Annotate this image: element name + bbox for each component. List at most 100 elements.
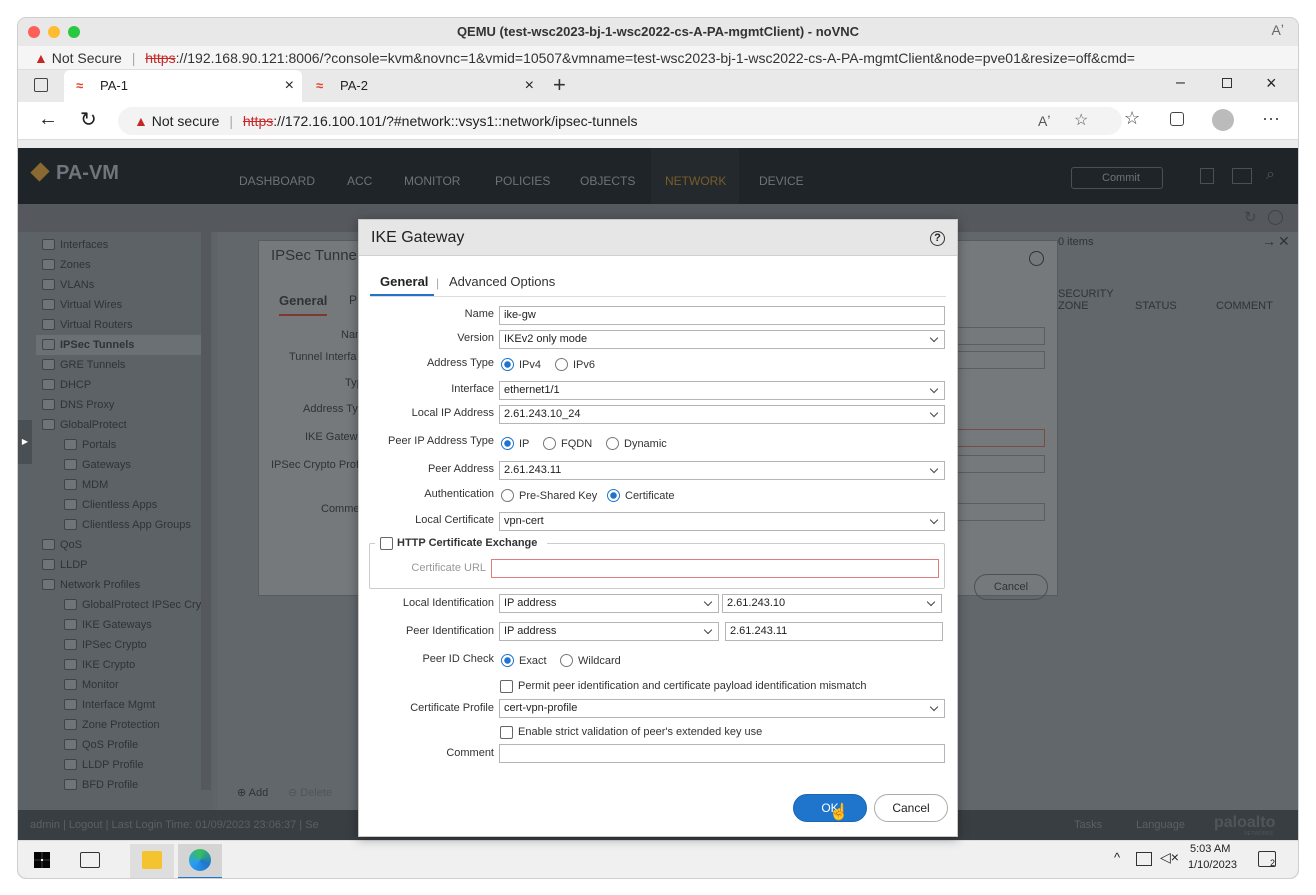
permit-mismatch-checkbox[interactable] bbox=[500, 680, 513, 693]
ipsec-help-icon[interactable] bbox=[1029, 251, 1044, 266]
address-type-ipv6-radio[interactable] bbox=[555, 358, 568, 371]
sidebar-item-lldp[interactable]: LLDP bbox=[42, 555, 88, 575]
nav-device[interactable]: DEVICE bbox=[759, 174, 804, 188]
peer-ip-type-fqdn-radio[interactable] bbox=[543, 437, 556, 450]
sidebar-item-globalprotect-ipsec-crypto[interactable]: GlobalProtect IPSec Cry bbox=[64, 595, 201, 615]
minimize-icon[interactable]: – bbox=[1176, 74, 1185, 92]
sidebar-item-monitor[interactable]: Monitor bbox=[64, 675, 119, 695]
edge-browser-icon[interactable] bbox=[189, 849, 211, 871]
tab-pa-1[interactable]: ≈ PA-1 × bbox=[64, 70, 302, 102]
tasks-link[interactable]: Tasks bbox=[1074, 810, 1102, 840]
clear-filter-icon[interactable]: ✕ bbox=[1278, 233, 1290, 250]
collections-icon[interactable] bbox=[1170, 112, 1184, 126]
local-certificate-select[interactable]: vpn-cert bbox=[499, 512, 945, 531]
sidebar-item-gateways[interactable]: Gateways bbox=[64, 455, 131, 475]
sidebar-item-virtual-routers[interactable]: Virtual Routers bbox=[42, 315, 133, 335]
help-icon[interactable] bbox=[1268, 210, 1283, 225]
go-icon[interactable]: → bbox=[1262, 233, 1276, 249]
show-hidden-icons-icon[interactable]: ^ bbox=[1114, 850, 1120, 865]
local-identification-type-select[interactable]: IP address bbox=[499, 594, 719, 613]
peer-ip-type-dynamic-radio[interactable] bbox=[606, 437, 619, 450]
certificate-profile-select[interactable]: cert-vpn-profile bbox=[499, 699, 945, 718]
sidebar-item-lldp-profile[interactable]: LLDP Profile bbox=[64, 755, 144, 775]
sidebar-item-portals[interactable]: Portals bbox=[64, 435, 116, 455]
profile-avatar[interactable] bbox=[1212, 109, 1234, 131]
sidebar-item-zones[interactable]: Zones bbox=[42, 255, 91, 275]
windows-start-icon[interactable] bbox=[34, 852, 50, 868]
sidebar-item-virtual-wires[interactable]: Virtual Wires bbox=[42, 295, 122, 315]
sidebar-item-ipsec-tunnels[interactable]: IPSec Tunnels bbox=[36, 335, 208, 355]
ike-help-icon[interactable]: ? bbox=[930, 231, 945, 246]
ipsec-cancel-button[interactable]: Cancel bbox=[974, 574, 1048, 600]
refresh-icon[interactable]: ↻ bbox=[80, 107, 97, 132]
search-icon[interactable]: ⌕ bbox=[1266, 166, 1275, 184]
novnc-address-bar[interactable]: ▲ Not Secure | https://192.168.90.121:80… bbox=[18, 22, 1298, 70]
sidebar-item-dns-proxy[interactable]: DNS Proxy bbox=[42, 395, 114, 415]
comment-input[interactable] bbox=[499, 744, 945, 763]
config-lock-icon[interactable] bbox=[1200, 168, 1214, 184]
sidebar-item-vlans[interactable]: VLANs bbox=[42, 275, 94, 295]
restore-icon[interactable] bbox=[1222, 78, 1232, 88]
clock-time[interactable]: 5:03 AM bbox=[1190, 843, 1230, 855]
close-browser-icon[interactable]: × bbox=[1266, 73, 1277, 94]
nav-monitor[interactable]: MONITOR bbox=[404, 174, 460, 188]
close-tab-icon[interactable]: × bbox=[525, 70, 534, 102]
sidebar-item-bfd-profile[interactable]: BFD Profile bbox=[64, 775, 138, 795]
sidebar-item-interface-mgmt[interactable]: Interface Mgmt bbox=[64, 695, 155, 715]
nav-acc[interactable]: ACC bbox=[347, 174, 372, 188]
nav-policies[interactable]: POLICIES bbox=[495, 174, 550, 188]
sidebar-item-zone-protection[interactable]: Zone Protection bbox=[64, 715, 160, 735]
http-cert-exchange-checkbox[interactable] bbox=[380, 537, 393, 550]
sidebar-item-ike-crypto[interactable]: IKE Crypto bbox=[64, 655, 135, 675]
name-input[interactable]: ike-gw bbox=[499, 306, 945, 325]
cancel-button[interactable]: Cancel bbox=[874, 794, 948, 822]
sidebar-scrollbar[interactable] bbox=[201, 232, 211, 790]
sidebar-item-globalprotect[interactable]: GlobalProtect bbox=[42, 415, 127, 435]
tab-actions-icon[interactable] bbox=[34, 78, 48, 92]
strict-eku-checkbox[interactable] bbox=[500, 726, 513, 739]
read-aloud-icon[interactable]: Aʼ bbox=[1038, 107, 1050, 135]
interface-select[interactable]: ethernet1/1 bbox=[499, 381, 945, 400]
back-icon[interactable]: ← bbox=[38, 108, 58, 131]
sidebar-item-dhcp[interactable]: DHCP bbox=[42, 375, 91, 395]
clock-date[interactable]: 1/10/2023 bbox=[1188, 859, 1237, 871]
peer-ip-type-ip-radio[interactable] bbox=[501, 437, 514, 450]
peer-id-check-wildcard-radio[interactable] bbox=[560, 654, 573, 667]
address-bar[interactable]: ▲ Not secure | https://172.16.100.101/?#… bbox=[118, 107, 1122, 135]
sidebar-item-clientless-app-groups[interactable]: Clientless App Groups bbox=[64, 515, 191, 535]
version-select[interactable]: IKEv2 only mode bbox=[499, 330, 945, 349]
language-link[interactable]: Language bbox=[1136, 810, 1185, 840]
expand-panel-icon[interactable]: ▶ bbox=[18, 420, 32, 464]
file-explorer-icon[interactable] bbox=[142, 851, 162, 869]
favorites-icon[interactable]: ☆ bbox=[1124, 108, 1140, 129]
more-menu-icon[interactable]: ··· bbox=[1262, 108, 1280, 129]
sidebar-item-ipsec-crypto[interactable]: IPSec Crypto bbox=[64, 635, 147, 655]
ipsec-tab-general[interactable]: General bbox=[279, 293, 328, 316]
add-button[interactable]: ⊕ Add bbox=[237, 786, 268, 799]
config-menu-icon[interactable] bbox=[1232, 168, 1252, 184]
close-window-icon[interactable] bbox=[28, 26, 40, 38]
sidebar-item-qos-profile[interactable]: QoS Profile bbox=[64, 735, 138, 755]
minimize-window-icon[interactable] bbox=[48, 26, 60, 38]
delete-button[interactable]: ⊖ Delete bbox=[288, 786, 332, 799]
local-ip-select[interactable]: 2.61.243.10_24 bbox=[499, 405, 945, 424]
sidebar-item-qos[interactable]: QoS bbox=[42, 535, 82, 555]
peer-identification-value-input[interactable]: 2.61.243.11 bbox=[725, 622, 943, 641]
peer-identification-type-select[interactable]: IP address bbox=[499, 622, 719, 641]
notification-center-icon[interactable]: 2 bbox=[1258, 851, 1276, 868]
tab-advanced-options[interactable]: Advanced Options bbox=[449, 274, 555, 289]
auth-certificate-radio[interactable] bbox=[607, 489, 620, 502]
new-tab-icon[interactable]: + bbox=[553, 72, 566, 98]
peer-id-check-exact-radio[interactable] bbox=[501, 654, 514, 667]
tab-general[interactable]: General bbox=[380, 274, 428, 289]
ipsec-tab-proxy[interactable]: P bbox=[349, 293, 357, 307]
sidebar-item-clientless-apps[interactable]: Clientless Apps bbox=[64, 495, 157, 515]
local-identification-value-select[interactable]: 2.61.243.10 bbox=[722, 594, 942, 613]
sidebar-item-interfaces[interactable]: Interfaces bbox=[42, 235, 108, 255]
auth-pre-shared-key-radio[interactable] bbox=[501, 489, 514, 502]
sidebar-item-mdm[interactable]: MDM bbox=[64, 475, 108, 495]
nav-objects[interactable]: OBJECTS bbox=[580, 174, 635, 188]
nav-network[interactable]: NETWORK bbox=[665, 174, 726, 188]
network-icon[interactable] bbox=[1136, 852, 1152, 866]
sidebar-item-gre-tunnels[interactable]: GRE Tunnels bbox=[42, 355, 125, 375]
